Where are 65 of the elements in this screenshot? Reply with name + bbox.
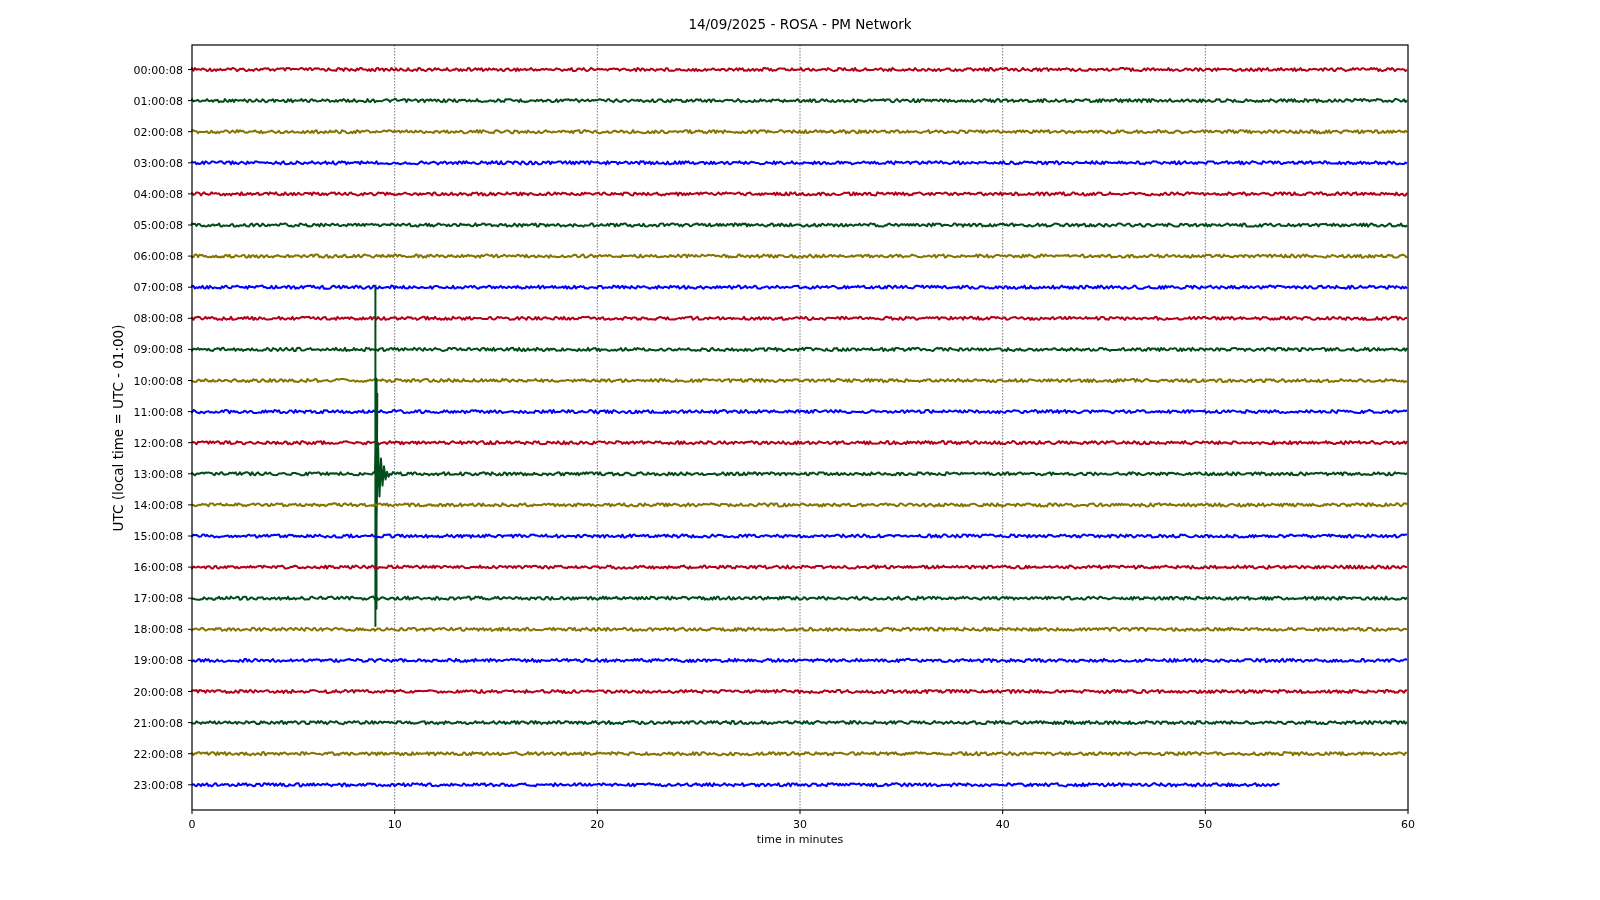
tick-mark bbox=[187, 628, 193, 630]
y-axis-label: UTC (local time = UTC - 01:00) bbox=[110, 324, 126, 532]
tick-mark bbox=[187, 317, 193, 319]
x-axis-label: time in minutes bbox=[756, 833, 844, 846]
y-tick-label: 20:00:08 bbox=[133, 685, 183, 699]
tick-mark bbox=[187, 224, 193, 226]
x-tick-label: 10 bbox=[387, 818, 402, 831]
tick-mark bbox=[187, 193, 193, 195]
y-tick-label: 18:00:08 bbox=[133, 623, 183, 637]
tick-mark bbox=[187, 380, 193, 381]
y-tick-label: 17:00:08 bbox=[133, 592, 183, 606]
tick-mark bbox=[187, 255, 193, 257]
x-tick-label: 40 bbox=[995, 818, 1010, 831]
tick-mark bbox=[596, 809, 598, 815]
tick-mark bbox=[187, 597, 193, 599]
tick-mark bbox=[187, 784, 193, 786]
y-tick-label: 12:00:08 bbox=[133, 436, 183, 450]
y-tick-label: 08:00:08 bbox=[133, 312, 183, 326]
y-tick-label: 01:00:08 bbox=[133, 94, 183, 108]
x-tick-label: 60 bbox=[1401, 818, 1415, 831]
y-tick-label: 05:00:08 bbox=[133, 219, 183, 232]
y-tick-label: 13:00:08 bbox=[133, 467, 183, 481]
tick-mark bbox=[187, 691, 193, 692]
tick-mark bbox=[187, 722, 193, 724]
tick-mark bbox=[187, 566, 193, 568]
y-tick-label: 14:00:08 bbox=[133, 498, 183, 512]
y-tick-label: 00:00:08 bbox=[133, 63, 183, 77]
tick-mark bbox=[187, 411, 193, 413]
tick-mark bbox=[187, 131, 193, 133]
tick-mark bbox=[187, 442, 193, 444]
y-tick-label: 02:00:08 bbox=[133, 125, 183, 139]
y-tick-label: 07:00:08 bbox=[133, 281, 183, 295]
tick-mark bbox=[187, 348, 193, 350]
tick-mark bbox=[1002, 809, 1004, 815]
tick-mark bbox=[1204, 809, 1206, 815]
tick-mark bbox=[1407, 809, 1409, 815]
tick-mark bbox=[187, 659, 193, 661]
tick-mark bbox=[187, 753, 193, 755]
y-tick-label: 23:00:08 bbox=[133, 778, 183, 792]
chart-title: 14/09/2025 - ROSA - PM Network bbox=[688, 16, 912, 32]
tick-mark bbox=[187, 100, 193, 102]
y-tick-label: 19:00:08 bbox=[133, 654, 183, 668]
y-tick-label: 04:00:08 bbox=[133, 187, 183, 201]
y-tick-label: 11:00:08 bbox=[133, 405, 183, 419]
y-tick-label: 21:00:08 bbox=[133, 716, 183, 730]
x-tick-label: 20 bbox=[590, 818, 605, 831]
x-tick-label: 30 bbox=[793, 818, 807, 831]
tick-mark bbox=[191, 809, 193, 815]
tick-mark bbox=[187, 286, 193, 288]
y-tick-label: 22:00:08 bbox=[133, 747, 183, 761]
y-tick-label: 03:00:08 bbox=[133, 156, 183, 170]
y-tick-label: 16:00:08 bbox=[133, 561, 183, 575]
x-tick-label: 50 bbox=[1198, 818, 1213, 831]
tick-mark bbox=[799, 809, 801, 815]
y-tick-label: 10:00:08 bbox=[133, 374, 183, 388]
tick-mark bbox=[187, 473, 193, 475]
x-tick-label: 0 bbox=[188, 818, 196, 831]
tick-mark bbox=[187, 535, 193, 537]
tick-mark bbox=[394, 809, 396, 815]
tick-mark bbox=[187, 69, 193, 70]
y-tick-label: 06:00:08 bbox=[133, 250, 183, 264]
tick-mark bbox=[187, 162, 193, 164]
y-tick-label: 09:00:08 bbox=[133, 343, 183, 357]
y-tick-label: 15:00:08 bbox=[133, 530, 183, 543]
tick-mark bbox=[187, 504, 193, 506]
